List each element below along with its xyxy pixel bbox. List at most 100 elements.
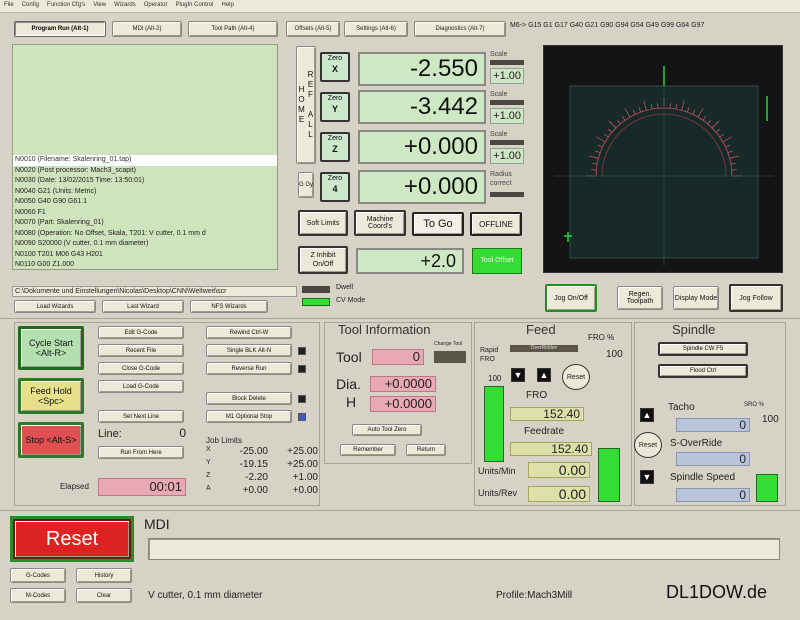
rewind-button[interactable]: Rewind Ctrl-W — [206, 326, 292, 339]
feed-up-arrow-icon[interactable]: ▲ — [537, 368, 551, 382]
scale-z-value[interactable]: +1.00 — [490, 148, 524, 164]
menu-help[interactable]: Help — [217, 0, 237, 8]
edit-gcode-button[interactable]: Edit G-Code — [98, 326, 184, 339]
remember-button[interactable]: Remember — [340, 444, 396, 456]
section-divider — [0, 318, 800, 319]
gcode-line: N0070 (Part: Skalenring_01) — [15, 219, 104, 226]
menu-file[interactable]: File — [0, 0, 18, 8]
auto-tool-zero-button[interactable]: Auto Tool Zero — [352, 424, 422, 436]
machine-coords-button[interactable]: Machine Coord's — [354, 210, 406, 236]
tab-mdi[interactable]: MDI (Alt-2) — [112, 21, 182, 37]
ref-all-home-button[interactable]: REF ALL HOME — [296, 46, 316, 164]
single-block-button[interactable]: Single BLK Alt-N — [206, 344, 292, 357]
scale-tick — [669, 103, 671, 109]
zero-4-button[interactable]: Zero 4 — [320, 172, 350, 202]
dro-x[interactable]: -2.550 — [358, 52, 486, 86]
scale-x-value[interactable]: +1.00 — [490, 68, 524, 84]
units-min-value: 0.00 — [528, 462, 590, 478]
set-next-line-button[interactable]: Set Next Line — [98, 410, 184, 423]
g-codes-button[interactable]: G-Codes — [10, 568, 66, 583]
feed-hold-button[interactable]: Feed Hold <Spc> — [18, 378, 84, 414]
feed-reset-button[interactable]: Reset — [562, 364, 590, 390]
dro-z[interactable]: +0.000 — [358, 130, 486, 164]
return-button[interactable]: Return — [406, 444, 446, 456]
scale-y-value[interactable]: +1.00 — [490, 108, 524, 124]
regen-toolpath-button[interactable]: Regen. Toolpath — [617, 286, 663, 310]
line-value[interactable]: 0 — [160, 426, 186, 440]
jog-on-off-button[interactable]: Jog On/Off — [545, 284, 597, 312]
offline-button[interactable]: OFFLINE — [470, 212, 522, 236]
tab-offsets[interactable]: Offsets (Alt-5) — [286, 21, 340, 37]
load-wizards-button[interactable]: Load Wizards — [14, 300, 96, 313]
spindle-speed-value[interactable]: 0 — [676, 488, 750, 502]
rapid-fro-slider[interactable] — [484, 386, 504, 462]
spindle-up-arrow-icon[interactable]: ▲ — [640, 408, 654, 422]
stop-button[interactable]: Stop <Alt-S> — [18, 422, 84, 458]
gcode-line: N0100 T201 M06 G43 H201 — [15, 250, 103, 258]
change-tool-button[interactable] — [434, 351, 466, 363]
run-from-here-button[interactable]: Run From Here — [98, 446, 184, 459]
spindle-override-slider[interactable] — [756, 474, 778, 502]
spindle-reset-button[interactable]: Reset — [634, 432, 662, 458]
menu-operator[interactable]: Operator — [140, 0, 172, 8]
last-wizard-button[interactable]: Last Wizard — [102, 300, 184, 313]
dro-y[interactable]: -3.442 — [358, 90, 486, 124]
zero-x-button[interactable]: Zero X — [320, 52, 350, 82]
tab-settings[interactable]: Settings (Alt-6) — [344, 21, 408, 37]
fro-value[interactable]: 152.40 — [510, 407, 584, 421]
h-value[interactable]: +0.0000 — [370, 396, 436, 412]
block-delete-button[interactable]: Block Delete — [206, 392, 292, 405]
z-inhibit-button[interactable]: Z Inhibit On/Off — [298, 246, 348, 274]
job-limit-axis: Y — [206, 459, 211, 466]
tab-tool-path[interactable]: Tool Path (Alt-4) — [188, 21, 278, 37]
tacho-value: 0 — [676, 418, 750, 432]
flood-button[interactable]: Flood Ctrl — [658, 364, 748, 378]
zero-y-button[interactable]: Zero Y — [320, 92, 350, 122]
load-gcode-button[interactable]: Load G-Code — [98, 380, 184, 393]
display-mode-button[interactable]: Display Mode — [673, 286, 719, 310]
job-limit-min: -25.00 — [239, 446, 268, 457]
s-override-value[interactable]: 0 — [676, 452, 750, 466]
cycle-start-button[interactable]: Cycle Start <Alt-R> — [18, 326, 84, 370]
jog-follow-button[interactable]: Jog Follow — [729, 284, 783, 312]
nfs-wizards-button[interactable]: NFS Wizards — [190, 300, 268, 313]
optional-stop-button[interactable]: M1 Optional Stop — [206, 410, 292, 423]
scale-y-label: Scale — [490, 91, 508, 98]
feed-override-slider[interactable] — [598, 448, 620, 502]
reset-button[interactable]: Reset — [13, 519, 131, 559]
menu-view[interactable]: View — [89, 0, 110, 8]
tool-value[interactable]: 0 — [372, 349, 424, 365]
menu-plugin-control[interactable]: PlugIn Control — [171, 0, 217, 8]
g-gy-button[interactable]: G Gy — [298, 172, 314, 198]
z-inhibit-value[interactable]: +2.0 — [356, 248, 464, 274]
clear-button[interactable]: Clear — [76, 588, 132, 603]
recent-file-button[interactable]: Recent File — [98, 344, 184, 357]
tool-offset-led[interactable]: Tool Offset — [472, 248, 522, 274]
fro-percent-value: 100 — [606, 349, 623, 360]
dia-value[interactable]: +0.0000 — [370, 376, 436, 392]
h-label: H — [346, 394, 357, 410]
close-gcode-button[interactable]: Close G-Code — [98, 362, 184, 375]
spindle-speed-label: Spindle Speed — [670, 472, 736, 483]
dro-4[interactable]: +0.000 — [358, 170, 486, 204]
soft-limits-button[interactable]: Soft Limits — [298, 210, 348, 236]
spindle-cw-button[interactable]: Spindle CW F5 — [658, 342, 748, 356]
menu-wizards[interactable]: Wizards — [110, 0, 140, 8]
history-button[interactable]: History — [76, 568, 132, 583]
to-go-button[interactable]: To Go — [412, 212, 464, 236]
spindle-down-arrow-icon[interactable]: ▼ — [640, 470, 654, 484]
gcode-display[interactable]: N0010 (Filename: Skalenring_01.tap) N002… — [12, 44, 278, 270]
reverse-run-button[interactable]: Reverse Run — [206, 362, 292, 375]
menu-config[interactable]: Config — [18, 0, 43, 8]
tab-program-run[interactable]: Program Run (Alt-1) — [14, 21, 106, 37]
m-codes-button[interactable]: M-Codes — [10, 588, 66, 603]
tab-diagnostics[interactable]: Diagnostics (Alt-7) — [414, 21, 506, 37]
job-limit-max: +25.00 — [287, 446, 318, 457]
feedrate-value[interactable]: 152.40 — [510, 442, 592, 456]
menu-function-cfg[interactable]: Function Cfg's — [43, 0, 89, 8]
zero-z-button[interactable]: Zero Z — [320, 132, 350, 162]
gcode-line: N0080 (Operation: No Offset, Skala, T201… — [15, 229, 206, 237]
toolpath-display[interactable] — [543, 45, 783, 273]
feed-down-arrow-icon[interactable]: ▼ — [511, 368, 525, 382]
mdi-input[interactable] — [148, 538, 780, 560]
